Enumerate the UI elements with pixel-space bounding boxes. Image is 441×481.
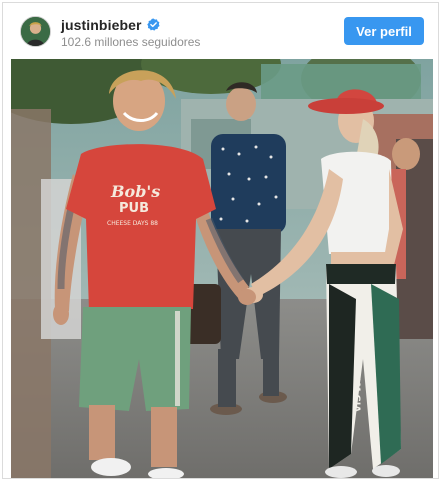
avatar-image <box>21 17 50 46</box>
view-profile-button[interactable]: Ver perfil <box>344 17 424 45</box>
shirt-text-1: Bob's <box>110 182 160 201</box>
instagram-post-card: justinbieber 102.6 millones seguidores V… <box>2 2 439 479</box>
post-header: justinbieber 102.6 millones seguidores V… <box>3 3 438 59</box>
shirt-text-2: PUB <box>119 201 149 216</box>
verified-badge-icon <box>146 18 160 31</box>
profile-avatar[interactable] <box>20 16 51 47</box>
post-photo[interactable]: Bob's PUB CHEESE DAYS 88 I AM GIA <box>11 59 433 478</box>
pants-text: I AM GIA <box>351 369 361 412</box>
followers-count: 102.6 millones seguidores <box>61 35 201 49</box>
profile-info: justinbieber 102.6 millones seguidores <box>61 16 201 50</box>
shirt-text-3: CHEESE DAYS 88 <box>107 220 158 227</box>
username[interactable]: justinbieber <box>61 17 142 33</box>
photo-illustration: Bob's PUB CHEESE DAYS 88 I AM GIA <box>11 59 433 478</box>
